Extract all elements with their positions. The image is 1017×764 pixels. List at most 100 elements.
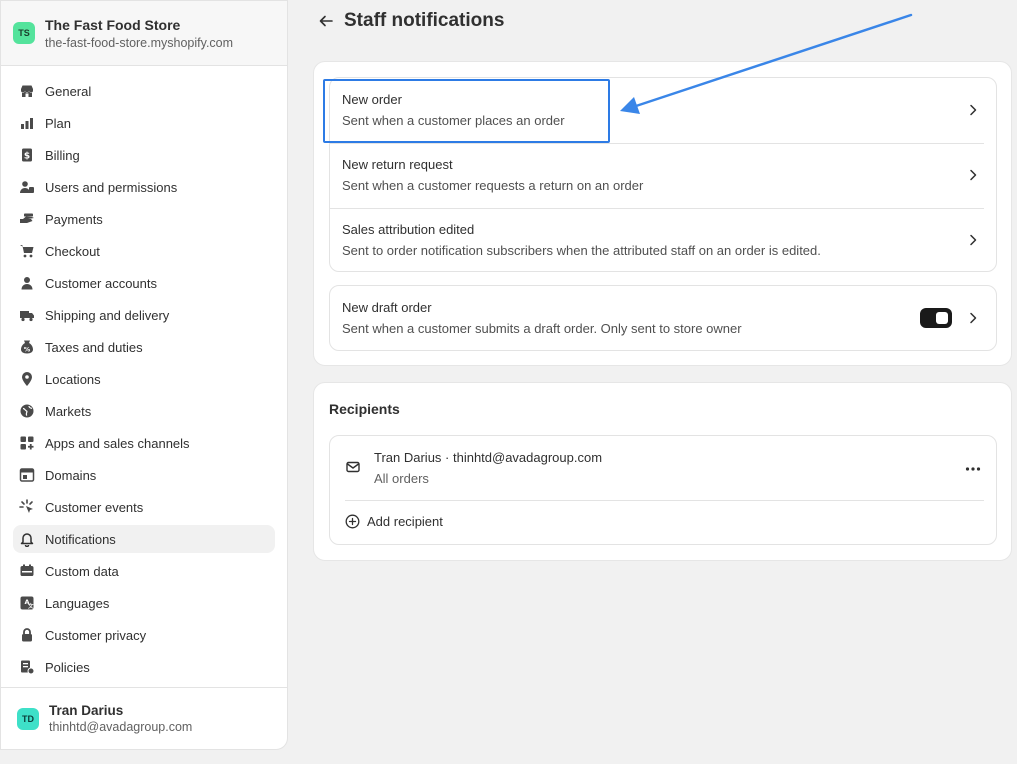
sidebar-item-label: Customer events bbox=[45, 499, 144, 515]
sidebar-item-label: Policies bbox=[45, 659, 90, 675]
sidebar-item-locations[interactable]: Locations bbox=[13, 365, 275, 393]
notification-new-order[interactable]: New order Sent when a customer places an… bbox=[330, 78, 996, 143]
sidebar-item-checkout[interactable]: Checkout bbox=[13, 237, 275, 265]
notification-title: New return request bbox=[342, 157, 453, 172]
notification-description: Sent when a customer places an order bbox=[342, 113, 565, 128]
person-icon bbox=[19, 275, 35, 291]
svg-text:$: $ bbox=[24, 152, 30, 162]
toggle-knob bbox=[936, 312, 948, 324]
sidebar-item-label: Plan bbox=[45, 115, 72, 131]
more-actions-icon[interactable] bbox=[964, 460, 982, 478]
plan-icon bbox=[19, 115, 35, 131]
sidebar-item-customer-privacy[interactable]: Customer privacy bbox=[13, 621, 275, 649]
sidebar-item-apps-and-sales-channels[interactable]: Apps and sales channels bbox=[13, 429, 275, 457]
languages-icon: A文 bbox=[19, 595, 35, 611]
sidebar-item-domains[interactable]: Domains bbox=[13, 461, 275, 489]
sidebar-item-label: Domains bbox=[45, 467, 97, 483]
sidebar-item-label: General bbox=[45, 83, 92, 99]
bell-icon bbox=[19, 531, 35, 547]
sidebar-item-users-and-permissions[interactable]: Users and permissions bbox=[13, 173, 275, 201]
users-icon bbox=[19, 179, 35, 195]
chevron-right-icon bbox=[970, 104, 977, 116]
draft-order-toggle[interactable] bbox=[920, 308, 952, 328]
notification-new-draft-order[interactable]: New draft order Sent when a customer sub… bbox=[330, 286, 996, 351]
mail-icon bbox=[346, 461, 360, 473]
chevron-right-icon bbox=[970, 312, 977, 324]
lock-icon bbox=[19, 627, 35, 643]
recipients-list: Tran Darius · thinhtd@avadagroup.com All… bbox=[329, 435, 997, 545]
sidebar-item-taxes-and-duties[interactable]: % Taxes and duties bbox=[13, 333, 275, 361]
store-icon bbox=[19, 83, 35, 99]
sidebar-item-label: Billing bbox=[45, 147, 80, 163]
notification-new-return-request[interactable]: New return request Sent when a customer … bbox=[330, 143, 996, 208]
notification-title: Sales attribution edited bbox=[342, 222, 475, 237]
add-recipient-button[interactable]: Add recipient bbox=[345, 514, 443, 529]
draft-notification-list: New draft order Sent when a customer sub… bbox=[329, 285, 997, 351]
notification-sales-attribution-edited[interactable]: Sales attribution edited Sent to order n… bbox=[330, 208, 996, 273]
plus-circle-icon bbox=[345, 514, 360, 529]
sidebar-item-policies[interactable]: Policies bbox=[13, 653, 275, 681]
sidebar-item-label: Checkout bbox=[45, 243, 100, 259]
chevron-right-icon bbox=[970, 234, 977, 246]
notification-description: Sent when a customer submits a draft ord… bbox=[342, 321, 742, 336]
notification-title: New order bbox=[342, 92, 402, 107]
payments-icon bbox=[19, 211, 35, 227]
sidebar-item-custom-data[interactable]: Custom data bbox=[13, 557, 275, 585]
recipients-title: Recipients bbox=[329, 401, 400, 417]
cart-icon bbox=[19, 243, 35, 259]
sidebar-item-shipping-and-delivery[interactable]: Shipping and delivery bbox=[13, 301, 275, 329]
sidebar-item-label: Shipping and delivery bbox=[45, 307, 170, 323]
sidebar-item-markets[interactable]: Markets bbox=[13, 397, 275, 425]
notifications-card: New order Sent when a customer places an… bbox=[313, 61, 1012, 366]
billing-icon: $ bbox=[19, 147, 35, 163]
notification-description: Sent to order notification subscribers w… bbox=[342, 243, 821, 258]
sidebar-item-languages[interactable]: A 文 Languages bbox=[13, 589, 275, 617]
sidebar-item-customer-events[interactable]: Customer events bbox=[13, 493, 275, 521]
recipient-item: Tran Darius · thinhtd@avadagroup.com All… bbox=[330, 436, 996, 500]
order-notifications-list: New order Sent when a customer places an… bbox=[329, 77, 997, 272]
truck-icon bbox=[19, 307, 35, 323]
sidebar-item-label: Languages bbox=[45, 595, 110, 611]
sidebar-item-label: Markets bbox=[45, 403, 92, 419]
settings-nav: General Plan $ Billing Users and permissions… bbox=[1, 66, 287, 681]
user-email: thinhtd@avadagroup.com bbox=[49, 720, 193, 734]
add-recipient-label: Add recipient bbox=[367, 514, 443, 529]
sidebar-item-label: Apps and sales channels bbox=[45, 435, 190, 451]
sidebar-item-payments[interactable]: Payments bbox=[13, 205, 275, 233]
store-name: The Fast Food Store bbox=[45, 16, 181, 33]
store-url: the-fast-food-store.myshopify.com bbox=[45, 35, 234, 50]
settings-page: TS The Fast Food Store the-fast-food-sto… bbox=[0, 0, 1017, 764]
sidebar-item-label: Notifications bbox=[45, 531, 116, 547]
tax-icon: % bbox=[19, 339, 35, 355]
events-icon bbox=[19, 499, 35, 515]
page-title: Staff notifications bbox=[344, 10, 505, 31]
sidebar-item-label: Taxes and duties bbox=[45, 339, 143, 355]
sidebar-item-plan[interactable]: Plan bbox=[13, 109, 275, 137]
page-header: Staff notifications bbox=[318, 10, 504, 32]
user-avatar: TD bbox=[17, 707, 39, 730]
location-icon bbox=[19, 371, 35, 387]
sidebar-item-label: Customer accounts bbox=[45, 275, 157, 291]
sidebar-item-general[interactable]: General bbox=[13, 77, 275, 105]
domains-icon bbox=[19, 467, 35, 483]
apps-icon bbox=[19, 435, 35, 451]
svg-text:%: % bbox=[24, 346, 31, 354]
sidebar-item-label: Custom data bbox=[45, 563, 119, 579]
sidebar-item-label: Users and permissions bbox=[45, 179, 178, 195]
recipient-name: Tran Darius · thinhtd@avadagroup.com bbox=[374, 450, 603, 465]
sidebar-item-notifications[interactable]: Notifications bbox=[13, 525, 275, 553]
sidebar-item-label: Locations bbox=[45, 371, 101, 387]
notification-title: New draft order bbox=[342, 300, 432, 315]
chevron-right-icon bbox=[970, 169, 977, 181]
sidebar-item-billing[interactable]: $ Billing bbox=[13, 141, 275, 169]
settings-sidebar: TS The Fast Food Store the-fast-food-sto… bbox=[0, 0, 288, 750]
sidebar-item-customer-accounts[interactable]: Customer accounts bbox=[13, 269, 275, 297]
recipients-card: Recipients Tran Darius · thinhtd@avadagr… bbox=[313, 382, 1012, 561]
user-profile[interactable]: TD Tran Darius thinhtd@avadagroup.com bbox=[1, 687, 287, 749]
back-arrow-icon[interactable] bbox=[318, 13, 334, 29]
store-switcher[interactable]: TS The Fast Food Store the-fast-food-sto… bbox=[1, 1, 287, 66]
recipient-scope: All orders bbox=[374, 471, 429, 486]
store-avatar: TS bbox=[13, 22, 35, 44]
user-name: Tran Darius bbox=[49, 703, 124, 718]
svg-text:文: 文 bbox=[28, 602, 34, 610]
